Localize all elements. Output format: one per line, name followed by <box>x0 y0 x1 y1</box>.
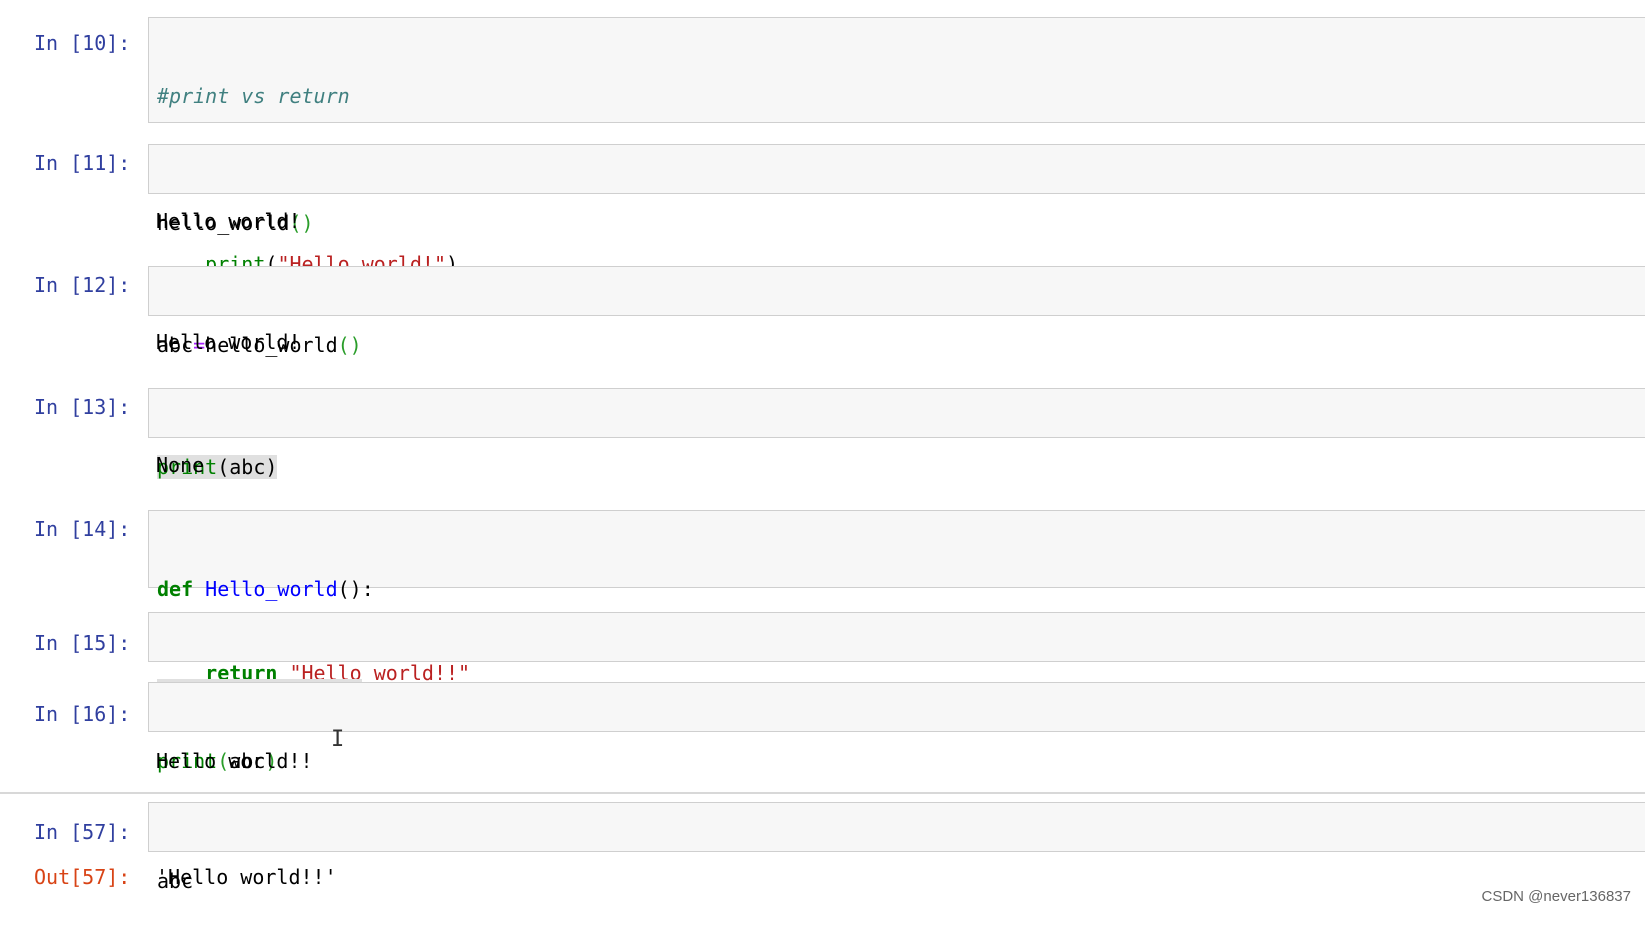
input-prompt: In [16]: <box>34 702 131 726</box>
keyword-token: def <box>157 577 194 601</box>
code-line: hello_world() <box>157 211 314 235</box>
function-name-token: Hello_world <box>205 577 338 601</box>
text-cursor-icon: I <box>331 727 345 752</box>
code-input[interactable]: abc <box>148 802 1645 893</box>
input-prompt: In [12]: <box>34 273 131 297</box>
code-line: print(abc) <box>157 749 278 773</box>
input-prompt: In [57]: <box>34 820 131 844</box>
code-line: abc <box>157 869 194 893</box>
input-prompt: In [15]: <box>34 631 131 655</box>
code-line: abc=hello_world() <box>157 333 362 357</box>
cell-output: Hello world! <box>156 330 301 354</box>
code-input[interactable]: abc=hello_world() <box>148 266 1645 357</box>
code-input[interactable]: abc=Hello_world() <box>148 612 1645 703</box>
input-prompt: In [14]: <box>34 517 131 541</box>
code-input[interactable]: hello_world() <box>148 144 1645 235</box>
cell-divider <box>0 792 1645 794</box>
cell-output: 'Hello world!!' <box>156 865 337 889</box>
code-line: #print vs return <box>157 82 1645 110</box>
input-prompt: In [13]: <box>34 395 131 419</box>
comment-token: #print vs return <box>157 84 350 108</box>
input-prompt: In [10]: <box>34 31 131 55</box>
code-input[interactable]: print(abc) <box>148 682 1645 773</box>
output-prompt: Out[57]: <box>34 865 131 889</box>
watermark: CSDN @never136837 <box>1481 888 1631 905</box>
code-input[interactable]: #print vs return def hello_world(): prin… <box>148 17 1645 276</box>
code-line: print(abc) <box>157 453 1645 481</box>
paren-token: () <box>337 333 362 357</box>
cell-output: Hello world!! <box>156 749 313 773</box>
cell-output: Hello world! <box>156 209 301 233</box>
input-prompt: In [11]: <box>34 151 131 175</box>
code-input[interactable]: print(abc) <box>148 388 1645 479</box>
code-line: def Hello_world(): <box>157 577 374 601</box>
code-input[interactable]: def Hello_world(): return "Hello world!!… <box>148 510 1645 685</box>
cell-output: None <box>156 453 205 477</box>
